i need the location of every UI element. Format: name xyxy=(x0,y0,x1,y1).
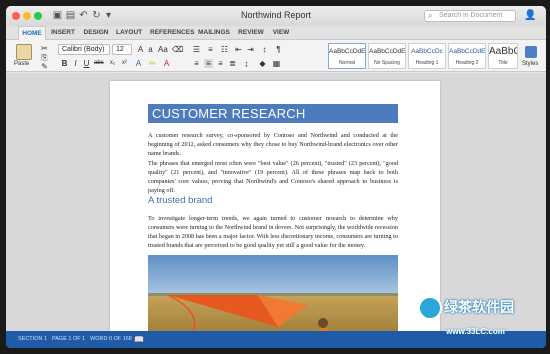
style-sample: AaBbCcDdEe xyxy=(369,48,405,55)
paste-icon[interactable] xyxy=(16,44,32,60)
share-user-icon[interactable]: 👤 xyxy=(524,10,536,21)
styles-pane-icon[interactable] xyxy=(525,46,537,58)
tab-design[interactable]: DESIGN xyxy=(82,26,110,40)
status-page[interactable]: PAGE 1 OF 1 xyxy=(52,331,85,348)
strikethrough-icon[interactable]: abc xyxy=(94,59,104,68)
paragraph-1: A customer research survey, co-sponsored… xyxy=(148,132,398,157)
ribbon-tabs: HOME INSERT DESIGN LAYOUT REFERENCES MAI… xyxy=(6,26,546,58)
style-name: No Spacing xyxy=(374,60,400,66)
font-color-icon[interactable]: A xyxy=(162,59,171,68)
tab-mailings[interactable]: MAILINGS xyxy=(198,26,230,40)
style-sample: AaBbCcDdE xyxy=(449,48,485,55)
status-section: SECTION 1 xyxy=(18,336,48,342)
italic-icon[interactable]: I xyxy=(71,59,80,68)
style-name: Heading 1 xyxy=(415,60,439,66)
watermark-logo xyxy=(418,296,442,320)
style-name: Normal xyxy=(338,60,356,66)
bullets-icon[interactable]: ☰ xyxy=(192,45,201,54)
highlight-icon[interactable]: ✏ xyxy=(148,59,157,68)
tab-home[interactable]: HOME xyxy=(18,26,46,40)
style-heading-1[interactable]: AaBbCcDc Heading 1 xyxy=(408,43,446,69)
watermark-url: www.33LC.com xyxy=(446,327,505,336)
style-sample: AaBbCcDc xyxy=(411,48,443,55)
kite-field-photo xyxy=(148,255,398,339)
tab-layout[interactable]: LAYOUT xyxy=(116,26,142,40)
cut-icon[interactable]: ✂ xyxy=(40,44,49,53)
style-no-spacing[interactable]: AaBbCcDdEe No Spacing xyxy=(368,43,406,69)
subheading: A trusted brand xyxy=(148,195,213,206)
document-canvas[interactable]: CUSTOMER RESEARCH A customer research su… xyxy=(6,73,546,343)
document-heading: CUSTOMER RESEARCH xyxy=(148,104,398,123)
shading-icon[interactable]: ◆ xyxy=(258,59,267,68)
underline-icon[interactable]: U xyxy=(82,59,91,68)
sort-icon[interactable]: ↕ xyxy=(260,45,269,54)
change-case-icon[interactable]: Aa xyxy=(158,45,168,54)
photo-image xyxy=(148,255,398,339)
style-sample: AaBbCcDdEe xyxy=(329,48,365,55)
tab-references[interactable]: REFERENCES xyxy=(150,26,194,40)
decrease-indent-icon[interactable]: ⇤ xyxy=(234,45,243,54)
style-normal[interactable]: AaBbCcDdEe Normal xyxy=(328,43,366,69)
status-word-count[interactable]: WORD 0 OF 168 xyxy=(90,331,132,348)
increase-indent-icon[interactable]: ⇥ xyxy=(246,45,255,54)
paragraph-2: The phrases that emerged most often were… xyxy=(148,160,398,194)
paste-label: Paste xyxy=(14,61,30,67)
bold-icon[interactable]: B xyxy=(60,59,69,68)
tab-view[interactable]: VIEW xyxy=(270,26,292,40)
numbering-icon[interactable]: ≡ xyxy=(206,45,215,54)
title-bar: ▣ ▤ ↶ ↻ ▾ Northwind Report Search in Doc… xyxy=(6,6,546,26)
paragraph-3: To investigate longer-term trends, we ag… xyxy=(148,215,398,249)
tab-review[interactable]: REVIEW xyxy=(238,26,264,40)
font-size-select[interactable]: 12 xyxy=(112,44,132,55)
multilevel-list-icon[interactable]: ☷ xyxy=(220,45,229,54)
style-name: Heading 2 xyxy=(455,60,479,66)
clear-formatting-icon[interactable]: ⌫ xyxy=(172,45,183,54)
align-left-icon[interactable]: ≡ xyxy=(192,59,201,68)
line-spacing-icon[interactable]: ↨ xyxy=(242,59,251,68)
align-right-icon[interactable]: ≡ xyxy=(216,59,225,68)
copy-icon[interactable]: ⎘ xyxy=(40,53,49,62)
document-page[interactable]: CUSTOMER RESEARCH A customer research su… xyxy=(110,81,440,343)
search-input[interactable]: Search in Document xyxy=(424,10,516,22)
superscript-icon[interactable]: x² xyxy=(120,59,129,68)
style-name: Title xyxy=(498,60,508,66)
grow-font-icon[interactable]: A xyxy=(136,45,145,54)
format-painter-icon[interactable]: ✎ xyxy=(40,62,49,71)
font-name-select[interactable]: Calibri (Body) xyxy=(58,44,110,55)
style-heading-2[interactable]: AaBbCcDdE Heading 2 xyxy=(448,43,486,69)
style-sample: AaBbC xyxy=(489,46,517,57)
watermark-text: 绿茶软件园 xyxy=(444,299,514,315)
justify-icon[interactable]: ≣ xyxy=(228,59,237,68)
shrink-font-icon[interactable]: a xyxy=(146,45,155,54)
ribbon-home: Paste ✂ ⎘ ✎ Calibri (Body) 12 A a Aa ⌫ B… xyxy=(6,40,546,72)
text-effects-icon[interactable]: A xyxy=(134,59,143,68)
style-title[interactable]: AaBbC Title xyxy=(488,43,518,69)
search-icon: ⌕ xyxy=(428,11,433,20)
tab-insert[interactable]: INSERT xyxy=(50,26,76,40)
proofing-book-icon[interactable]: 📖 xyxy=(134,331,144,348)
subscript-icon[interactable]: x₂ xyxy=(108,59,117,68)
align-center-icon[interactable]: ≡ xyxy=(204,59,213,68)
borders-icon[interactable]: ▦ xyxy=(272,59,281,68)
styles-pane-label: Styles xyxy=(522,61,539,67)
show-formatting-icon[interactable]: ¶ xyxy=(274,45,283,54)
